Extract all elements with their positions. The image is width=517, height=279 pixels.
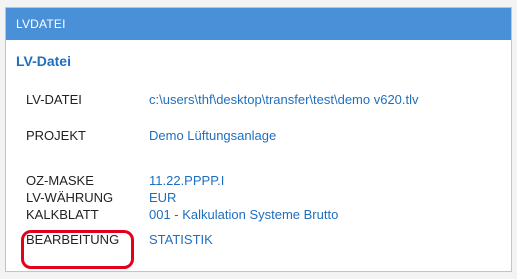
lv-datei-label: LV-DATEI	[26, 92, 82, 107]
projekt-value: Demo Lüftungsanlage	[149, 128, 277, 143]
kalkblatt-value: 001 - Kalkulation Systeme Brutto	[149, 207, 339, 222]
section-title: LV-Datei	[16, 53, 71, 69]
highlight-annotation	[21, 230, 134, 269]
oz-maske-value: 11.22.PPPP.I	[149, 173, 225, 188]
panel-title: LVDATEI	[6, 8, 511, 40]
oz-maske-label: OZ-MASKE	[26, 173, 94, 188]
lv-waehrung-label: LV-WÄHRUNG	[26, 190, 114, 205]
kalkblatt-label: KALKBLATT	[26, 207, 99, 222]
lvdatei-panel: LVDATEI LV-Datei LV-DATEI c:\users\thf\d…	[5, 7, 512, 272]
lv-waehrung-value: EUR	[149, 190, 177, 205]
lv-datei-value: c:\users\thf\desktop\transfer\test\demo …	[149, 92, 419, 107]
projekt-label: PROJEKT	[26, 128, 86, 143]
bearbeitung-value: STATISTIK	[149, 232, 213, 247]
